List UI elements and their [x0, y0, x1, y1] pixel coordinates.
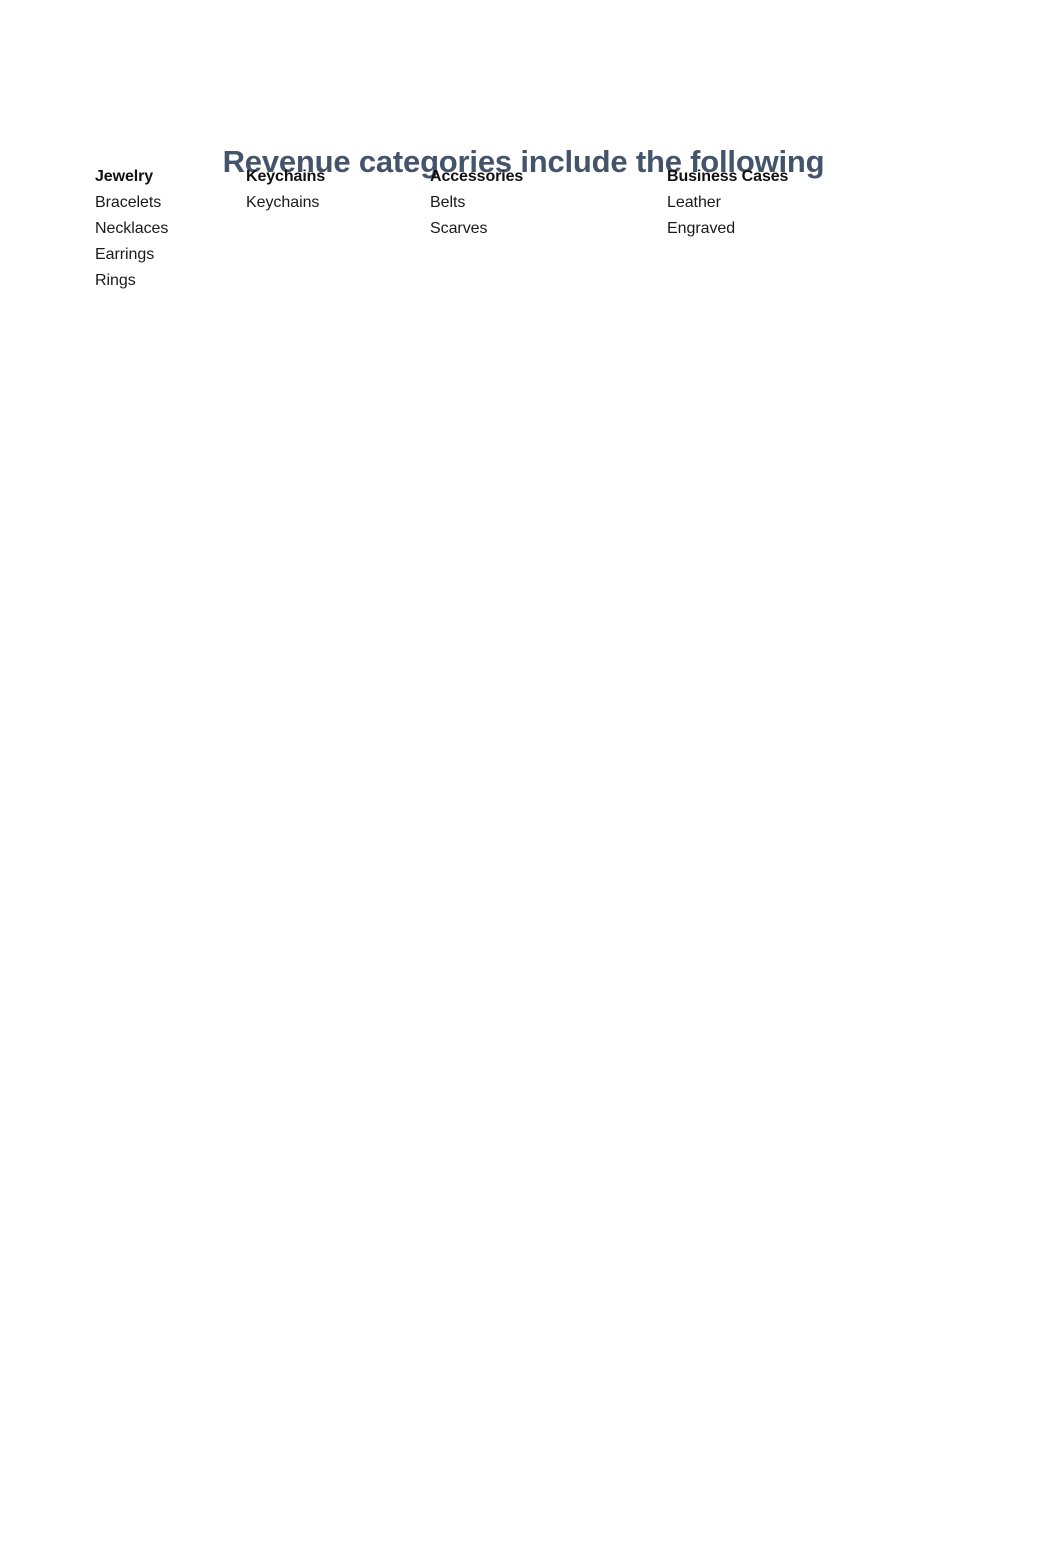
- category-column-business-cases: Business Cases Leather Engraved: [667, 164, 947, 242]
- list-item: Rings: [95, 272, 136, 289]
- list-item: Necklaces: [95, 220, 169, 237]
- column-header: Jewelry: [95, 168, 154, 185]
- category-column-accessories: Accessories Belts Scarves: [430, 164, 666, 242]
- column-header: Business Cases: [667, 168, 789, 185]
- column-header: Accessories: [430, 168, 524, 185]
- list-item: Bracelets: [95, 194, 162, 211]
- list-item: Belts: [430, 194, 466, 211]
- list-item: Keychains: [246, 194, 320, 211]
- category-column-keychains: Keychains Keychains: [246, 164, 429, 216]
- list-item: Engraved: [667, 220, 736, 237]
- list-item: Leather: [667, 194, 721, 211]
- category-column-jewelry: Jewelry Bracelets Necklaces Earrings Rin…: [95, 164, 245, 294]
- list-item: Earrings: [95, 246, 155, 263]
- column-header: Keychains: [246, 168, 326, 185]
- document-page: Revenue categories include the following…: [0, 0, 1062, 1556]
- list-item: Scarves: [430, 220, 488, 237]
